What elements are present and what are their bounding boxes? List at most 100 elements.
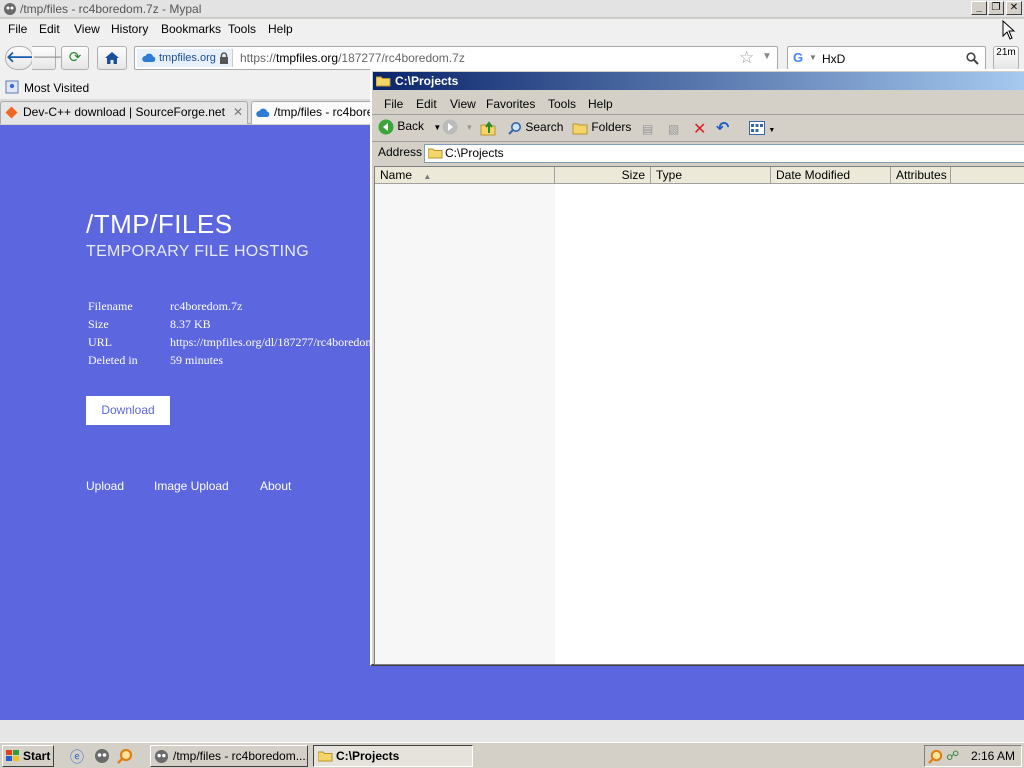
views-button[interactable]: ▼: [749, 121, 775, 138]
url-scheme: https://: [240, 51, 277, 65]
google-engine-icon[interactable]: G: [793, 50, 803, 65]
quicklaunch-ie-icon[interactable]: ⓔ: [70, 747, 84, 767]
menu-tools[interactable]: Tools: [228, 22, 256, 36]
most-visited-bookmark[interactable]: Most Visited: [24, 81, 89, 95]
explorer-menu-favorites[interactable]: Favorites: [486, 97, 535, 111]
start-button[interactable]: Start: [2, 745, 54, 767]
quicklaunch-search-icon[interactable]: [117, 748, 133, 764]
url-bar[interactable]: tmpfiles.org https://tmpfiles.org/187277…: [134, 46, 778, 70]
explorer-forward-button[interactable]: ▼: [442, 119, 473, 135]
menu-history[interactable]: History: [111, 22, 148, 36]
explorer-title-bar[interactable]: C:\Projects: [373, 72, 1024, 90]
move-to-icon[interactable]: ▤: [642, 122, 653, 136]
field-label: Filename: [88, 299, 133, 313]
views-dropdown-icon: ▼: [768, 127, 776, 134]
column-label: Size: [621, 168, 645, 182]
views-icon: [749, 121, 765, 135]
tab-tmpfiles[interactable]: /tmp/files - rc4boredom.7z: [251, 101, 381, 124]
search-icon[interactable]: [966, 52, 979, 65]
task-explorer[interactable]: C:\Projects: [313, 745, 473, 767]
forward-icon: [442, 119, 458, 135]
delete-icon[interactable]: ✕: [693, 119, 706, 139]
explorer-search-button[interactable]: Search: [508, 120, 563, 135]
tab-title: /tmp/files - rc4boredom.7z: [274, 105, 380, 119]
upload-link[interactable]: Upload: [86, 479, 124, 493]
site-identity-label: tmpfiles.org: [159, 52, 216, 64]
address-input[interactable]: C:\Projects: [424, 144, 1024, 163]
explorer-back-button[interactable]: Back ▼: [378, 119, 441, 135]
back-label: Back: [397, 119, 425, 134]
home-button[interactable]: [97, 46, 127, 70]
column-header-name[interactable]: Name ▲: [375, 167, 555, 184]
folders-icon: [572, 123, 588, 135]
engine-dropdown-icon[interactable]: ▼: [809, 53, 817, 62]
search-label: Search: [525, 120, 564, 134]
undo-icon[interactable]: ↶: [716, 118, 729, 138]
tab-close-icon[interactable]: ✕: [233, 102, 243, 123]
explorer-menu-file[interactable]: File: [384, 97, 403, 111]
column-header-date-modified[interactable]: Date Modified: [771, 167, 891, 184]
field-value-link[interactable]: https://tmpfiles.org/dl/187277/rc4boredo…: [170, 335, 389, 349]
clock[interactable]: 2:16 AM: [971, 749, 1015, 763]
site-identity-button[interactable]: tmpfiles.org: [137, 49, 233, 67]
copy-to-icon[interactable]: ▧: [668, 122, 679, 136]
explorer-menu-help[interactable]: Help: [588, 97, 613, 111]
search-input[interactable]: HxD: [822, 52, 845, 66]
column-header-size[interactable]: Size: [555, 167, 651, 184]
download-button[interactable]: Download: [86, 396, 170, 425]
reload-button[interactable]: ⟳: [61, 46, 89, 70]
restore-button[interactable]: ❐: [988, 1, 1004, 15]
address-label: Address: [378, 145, 423, 159]
forward-button[interactable]: 🡒: [32, 46, 72, 70]
about-link[interactable]: About: [260, 479, 291, 493]
explorer-folders-button[interactable]: Folders: [572, 120, 631, 135]
extension-button[interactable]: 21m: [993, 46, 1019, 70]
file-info-row: Deleted in 59 minutes: [88, 353, 223, 368]
menu-file[interactable]: File: [8, 22, 27, 36]
windows-logo-icon: [6, 750, 19, 761]
url-dropdown-icon[interactable]: ▼: [762, 51, 772, 62]
back-button[interactable]: 🡐: [5, 46, 46, 70]
explorer-menu-bar: File Edit View Favorites Tools Help: [372, 93, 1024, 115]
close-button[interactable]: ✕: [1006, 1, 1022, 15]
column-header-type[interactable]: Type: [651, 167, 771, 184]
lock-icon: [220, 52, 228, 64]
folder-icon: [428, 148, 443, 159]
explorer-menu-tools[interactable]: Tools: [548, 97, 576, 111]
browser-title-bar: /tmp/files - rc4boredom.7z - Mypal _ ❐ ✕: [0, 0, 1024, 18]
minimize-button[interactable]: _: [971, 1, 987, 15]
menu-edit[interactable]: Edit: [39, 22, 60, 36]
cloud-favicon-icon: [256, 108, 270, 117]
file-list-view[interactable]: Name ▲ Size Type Date Modified Attribute…: [374, 166, 1024, 665]
image-upload-link[interactable]: Image Upload: [154, 479, 229, 493]
task-browser[interactable]: /tmp/files - rc4boredom....: [150, 745, 308, 767]
tray-network-icon[interactable]: ☍: [946, 748, 959, 764]
url-host: tmpfiles.org: [276, 51, 339, 65]
column-header-attributes[interactable]: Attributes: [891, 167, 951, 184]
menu-help[interactable]: Help: [268, 22, 293, 36]
tray-search-icon[interactable]: [928, 749, 943, 764]
quicklaunch-mypal-icon[interactable]: [94, 748, 110, 764]
column-label: Attributes: [896, 168, 947, 182]
field-value: 8.37 KB: [170, 317, 211, 331]
menu-bookmarks[interactable]: Bookmarks: [161, 22, 221, 36]
bookmark-star-icon[interactable]: ☆: [739, 48, 754, 68]
field-value: 59 minutes: [170, 353, 223, 367]
url-text[interactable]: https://tmpfiles.org/187277/rc4boredom.7…: [240, 51, 465, 65]
explorer-title: C:\Projects: [395, 74, 459, 88]
page-title: /TMP/FILES: [86, 209, 233, 239]
search-bar[interactable]: G ▼ HxD: [787, 46, 986, 70]
column-label: Type: [656, 168, 683, 182]
back-dropdown-icon[interactable]: ▼: [433, 123, 441, 132]
explorer-menu-edit[interactable]: Edit: [416, 97, 437, 111]
page-subtitle: TEMPORARY FILE HOSTING: [86, 243, 309, 260]
field-label: URL: [88, 335, 112, 349]
most-visited-icon: [5, 80, 19, 94]
forward-dropdown-icon[interactable]: ▼: [465, 123, 473, 132]
menu-view[interactable]: View: [74, 22, 100, 36]
tab-sourceforge[interactable]: Dev-C++ download | SourceForge.net ✕: [0, 101, 248, 124]
explorer-address-bar: Address C:\Projects: [372, 142, 1024, 164]
up-folder-icon[interactable]: [480, 120, 496, 136]
explorer-menu-view[interactable]: View: [450, 97, 476, 111]
browser-status-bar: [0, 720, 1024, 742]
